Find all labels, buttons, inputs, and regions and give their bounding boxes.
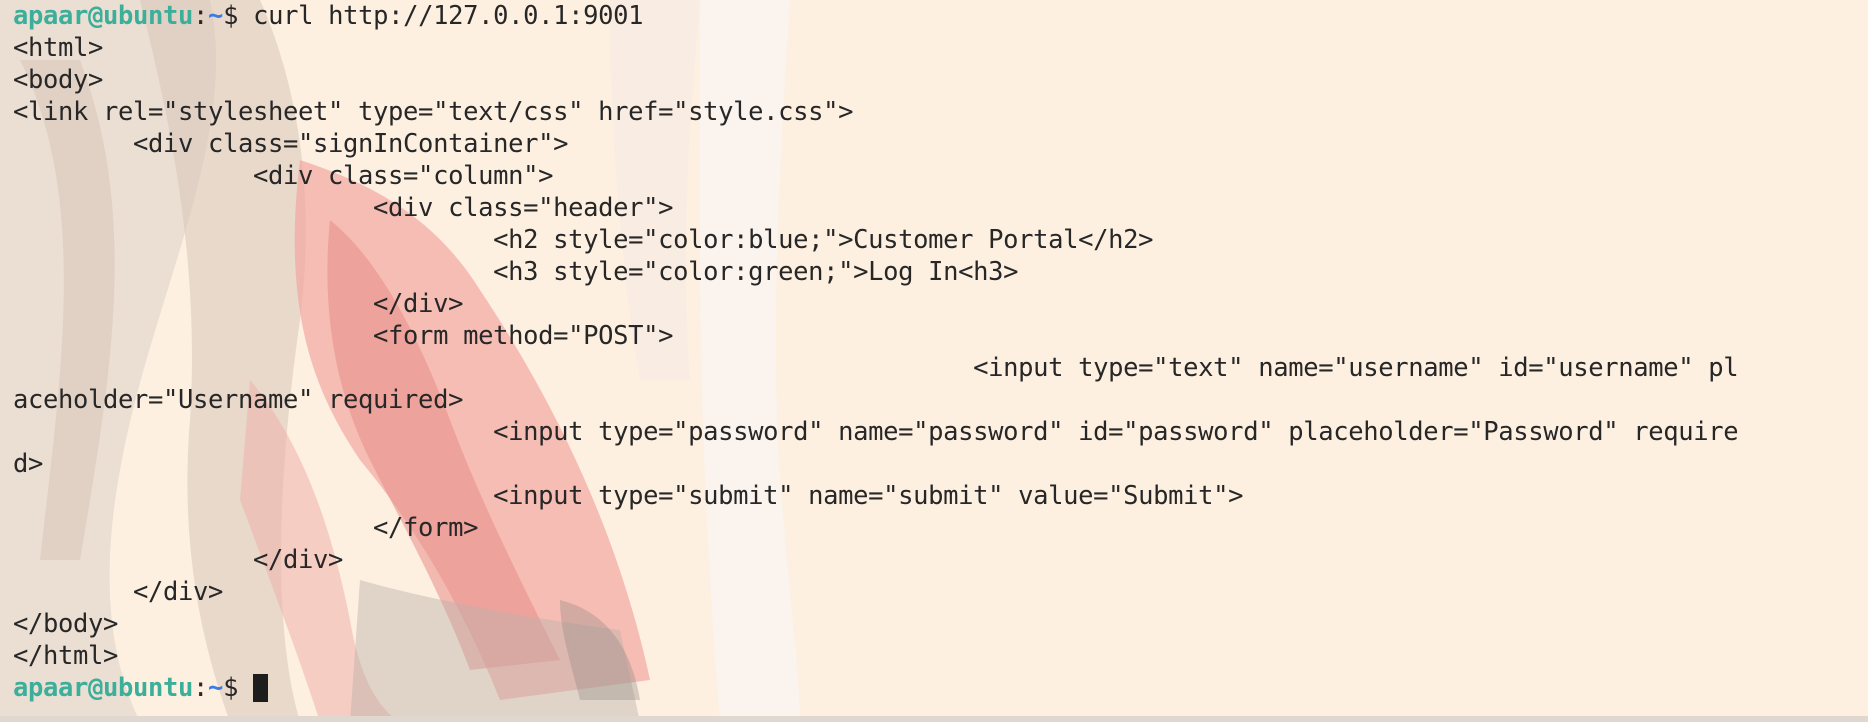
output-line: </div> xyxy=(13,545,344,575)
prompt-colon: : xyxy=(193,673,209,703)
prompt-path: ~ xyxy=(208,673,224,703)
command-text: curl http://127.0.0.1:9001 xyxy=(253,1,644,31)
prompt-colon: : xyxy=(193,1,209,31)
output-line: <input type="submit" name="submit" value… xyxy=(13,481,1244,511)
terminal-bottom-edge xyxy=(0,716,1868,722)
output-line: <div class="header"> xyxy=(13,193,674,223)
output-line: <form method="POST"> xyxy=(13,321,674,351)
output-line: <body> xyxy=(13,65,104,95)
output-line: <h2 style="color:blue;">Customer Portal<… xyxy=(13,225,1154,255)
prompt-symbol: $ xyxy=(223,1,254,31)
output-line: </div> xyxy=(13,577,224,607)
output-line: </html> xyxy=(13,641,119,671)
output-line: <link rel="stylesheet" type="text/css" h… xyxy=(13,97,854,127)
command-line: apaar@ubuntu:~$ curl http://127.0.0.1:90… xyxy=(13,0,1858,32)
output-line: </body> xyxy=(13,609,119,639)
output-line: <input type="text" name="username" id="u… xyxy=(13,353,1739,383)
prompt-user-host: apaar@ubuntu xyxy=(13,1,194,31)
output-line: d> xyxy=(13,449,44,479)
output-line: <input type="password" name="password" i… xyxy=(13,417,1739,447)
prompt-path: ~ xyxy=(208,1,224,31)
output-line: </div> xyxy=(13,289,464,319)
output-line: <html> xyxy=(13,33,104,63)
terminal-window[interactable]: apaar@ubuntu:~$ curl http://127.0.0.1:90… xyxy=(13,0,1858,716)
output-line: aceholder="Username" required> xyxy=(13,385,464,415)
prompt-user-host: apaar@ubuntu xyxy=(13,673,194,703)
output-line: <div class="signInContainer"> xyxy=(13,129,569,159)
active-prompt-line[interactable]: apaar@ubuntu:~$ xyxy=(13,672,1858,704)
output-line: <div class="column"> xyxy=(13,161,554,191)
output-line: </form> xyxy=(13,513,479,543)
text-cursor xyxy=(253,674,269,702)
output-line: <h3 style="color:green;">Log In<h3> xyxy=(13,257,1019,287)
prompt-symbol: $ xyxy=(223,673,254,703)
